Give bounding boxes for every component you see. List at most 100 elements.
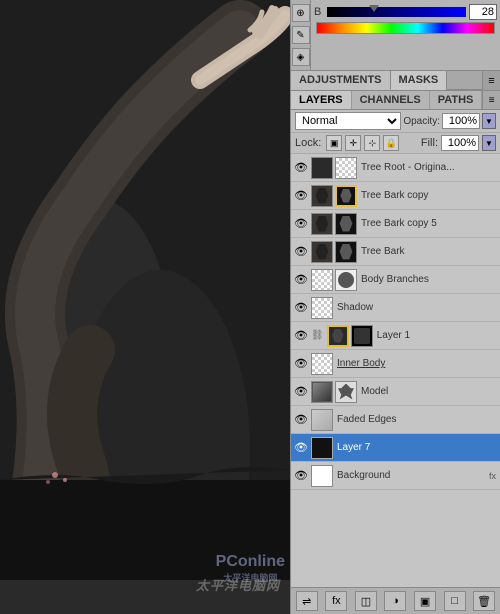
lock-move-btn[interactable]: ⊹	[364, 135, 380, 151]
layer-list[interactable]: 👁 Tree Root - Origina... 👁 Tree Bark cop…	[291, 154, 500, 587]
delete-btn[interactable]: 🗑	[473, 591, 495, 611]
layer-item-tree-bark-copy[interactable]: 👁 Tree Bark copy	[291, 182, 500, 210]
group-btn[interactable]: ▣	[414, 591, 436, 611]
b-value[interactable]: 28	[469, 4, 497, 20]
fill-dropdown[interactable]: ▼	[482, 135, 496, 151]
visibility-icon-10[interactable]: 👁	[293, 412, 309, 428]
b-slider-container[interactable]	[327, 7, 466, 17]
layer-item-shadow[interactable]: 👁 Shadow	[291, 294, 500, 322]
layer-toolbar: ⇌ fx ◫ ◑ ▣ □ 🗑	[291, 587, 500, 614]
layer-mask-bark	[335, 241, 357, 263]
tool-btn-3[interactable]: ◈	[292, 48, 310, 66]
visibility-icon-5[interactable]: 👁	[293, 272, 309, 288]
layer-item-tree-root[interactable]: 👁 Tree Root - Origina...	[291, 154, 500, 182]
tab-paths[interactable]: PATHS	[430, 91, 483, 109]
visibility-icon-7[interactable]: 👁	[293, 328, 309, 344]
lock-all-btn[interactable]: 🔒	[383, 135, 399, 151]
layer-tabs: LAYERS CHANNELS PATHS ≡	[291, 91, 500, 110]
layer-thumb-layer7	[311, 437, 333, 459]
layer-thumb-background	[311, 465, 333, 487]
layer-thumb-bark-copy	[311, 185, 333, 207]
b-slider-row: B 28	[314, 4, 497, 20]
layer-item-faded-edges[interactable]: 👁 Faded Edges	[291, 406, 500, 434]
opacity-value[interactable]: 100%	[442, 113, 480, 129]
lock-pixels-btn[interactable]: ▣	[326, 135, 342, 151]
tools-column: ⊕ ✎ ◈	[291, 0, 311, 70]
opacity-label: Opacity:	[403, 116, 440, 127]
tab-masks[interactable]: MASKS	[391, 71, 448, 90]
layer-name-layer7: Layer 7	[335, 442, 498, 453]
layer-item-inner-body[interactable]: 👁 Inner Body	[291, 350, 500, 378]
tool-btn-1[interactable]: ⊕	[292, 4, 310, 22]
layer-thumb-bark-copy5	[311, 213, 333, 235]
layer-item-tree-bark[interactable]: 👁 Tree Bark	[291, 238, 500, 266]
pconline-sub: 太平洋电脑网	[216, 571, 285, 584]
layer-mask-model	[335, 381, 357, 403]
layer-name-shadow: Shadow	[335, 302, 498, 313]
lock-label: Lock:	[295, 137, 321, 149]
layer-thumb-tree-root	[311, 157, 333, 179]
layer-thumb-inner-body	[311, 353, 333, 375]
pconline-logo: PConline 太平洋电脑网	[216, 553, 285, 584]
tab-channels[interactable]: CHANNELS	[352, 91, 430, 109]
visibility-icon-9[interactable]: 👁	[293, 384, 309, 400]
visibility-icon-11[interactable]: 👁	[293, 440, 309, 456]
layers-menu-btn[interactable]: ≡	[482, 91, 500, 109]
chain-icon: ⛓	[311, 330, 324, 341]
visibility-icon-8[interactable]: 👁	[293, 356, 309, 372]
visibility-icon-12[interactable]: 👁	[293, 468, 309, 484]
mask-btn[interactable]: ◫	[355, 591, 377, 611]
layer-item-background[interactable]: 👁 Background fx	[291, 462, 500, 490]
layer-name-tree-bark: Tree Bark	[359, 246, 498, 257]
adjustment-btn[interactable]: ◑	[384, 591, 406, 611]
fill-value[interactable]: 100%	[441, 135, 479, 151]
new-layer-btn[interactable]: □	[444, 591, 466, 611]
layer-name-tree-bark-copy: Tree Bark copy	[359, 190, 498, 201]
layer-mask-layer1	[351, 325, 373, 347]
visibility-icon-4[interactable]: 👁	[293, 244, 309, 260]
visibility-icon-3[interactable]: 👁	[293, 216, 309, 232]
tab-layers[interactable]: LAYERS	[291, 91, 352, 109]
layer-mask-bark-copy	[335, 185, 357, 207]
layer-thumb-layer1	[327, 325, 349, 347]
layer-mask-bark-copy5	[335, 213, 357, 235]
tool-btn-2[interactable]: ✎	[292, 26, 310, 44]
color-gradient-rainbow[interactable]	[316, 22, 495, 34]
panel-menu-btn[interactable]: ≡	[482, 71, 500, 90]
layer-mask-tree-root	[335, 157, 357, 179]
layer-name-background: Background	[335, 470, 487, 481]
color-section: B 28	[311, 0, 500, 70]
fx-badge: fx	[489, 471, 496, 481]
pconline-text: PConline	[216, 553, 285, 570]
visibility-icon-6[interactable]: 👁	[293, 300, 309, 316]
layer-item-layer1[interactable]: 👁 ⛓ Layer 1	[291, 322, 500, 350]
layer-name-tree-bark-copy5: Tree Bark copy 5	[359, 218, 498, 229]
opacity-dropdown[interactable]: ▼	[482, 113, 496, 129]
layer-item-body-branches[interactable]: 👁 Body Branches	[291, 266, 500, 294]
layer-thumb-shadow	[311, 297, 333, 319]
layer-thumb-faded-edges	[311, 409, 333, 431]
link-btn[interactable]: ⇌	[296, 591, 318, 611]
layer-name-inner-body: Inner Body	[335, 358, 498, 369]
lock-position-btn[interactable]: ✛	[345, 135, 361, 151]
layer-item-tree-bark-copy5[interactable]: 👁 Tree Bark copy 5	[291, 210, 500, 238]
layer-thumb-bark	[311, 241, 333, 263]
canvas-area: 思缘设计论坛 www.missyuan.com − □ ×	[0, 0, 290, 614]
blend-row: Normal Opacity: 100% ▼	[291, 110, 500, 133]
layer-name-tree-root: Tree Root - Origina...	[359, 162, 498, 173]
layer-item-model[interactable]: 👁 Model	[291, 378, 500, 406]
tab-adjustments[interactable]: ADJUSTMENTS	[291, 71, 391, 90]
blend-mode-select[interactable]: Normal	[295, 112, 401, 130]
visibility-icon[interactable]: 👁	[293, 160, 309, 176]
layer-thumb-model	[311, 381, 333, 403]
layer-name-layer1: Layer 1	[375, 330, 498, 341]
visibility-icon-2[interactable]: 👁	[293, 188, 309, 204]
layer-name-faded-edges: Faded Edges	[335, 414, 498, 425]
adjustment-tabs: ADJUSTMENTS MASKS ≡	[291, 71, 500, 91]
fx-btn[interactable]: fx	[325, 591, 347, 611]
layer-thumb-body-branches	[311, 269, 333, 291]
fill-label: Fill:	[421, 137, 438, 149]
layer-item-layer7[interactable]: 👁 Layer 7	[291, 434, 500, 462]
layers-panel: LAYERS CHANNELS PATHS ≡ Normal Opacity: …	[291, 91, 500, 614]
canvas-image: 太平洋电脑网 PConline 太平洋电脑网	[0, 0, 290, 614]
